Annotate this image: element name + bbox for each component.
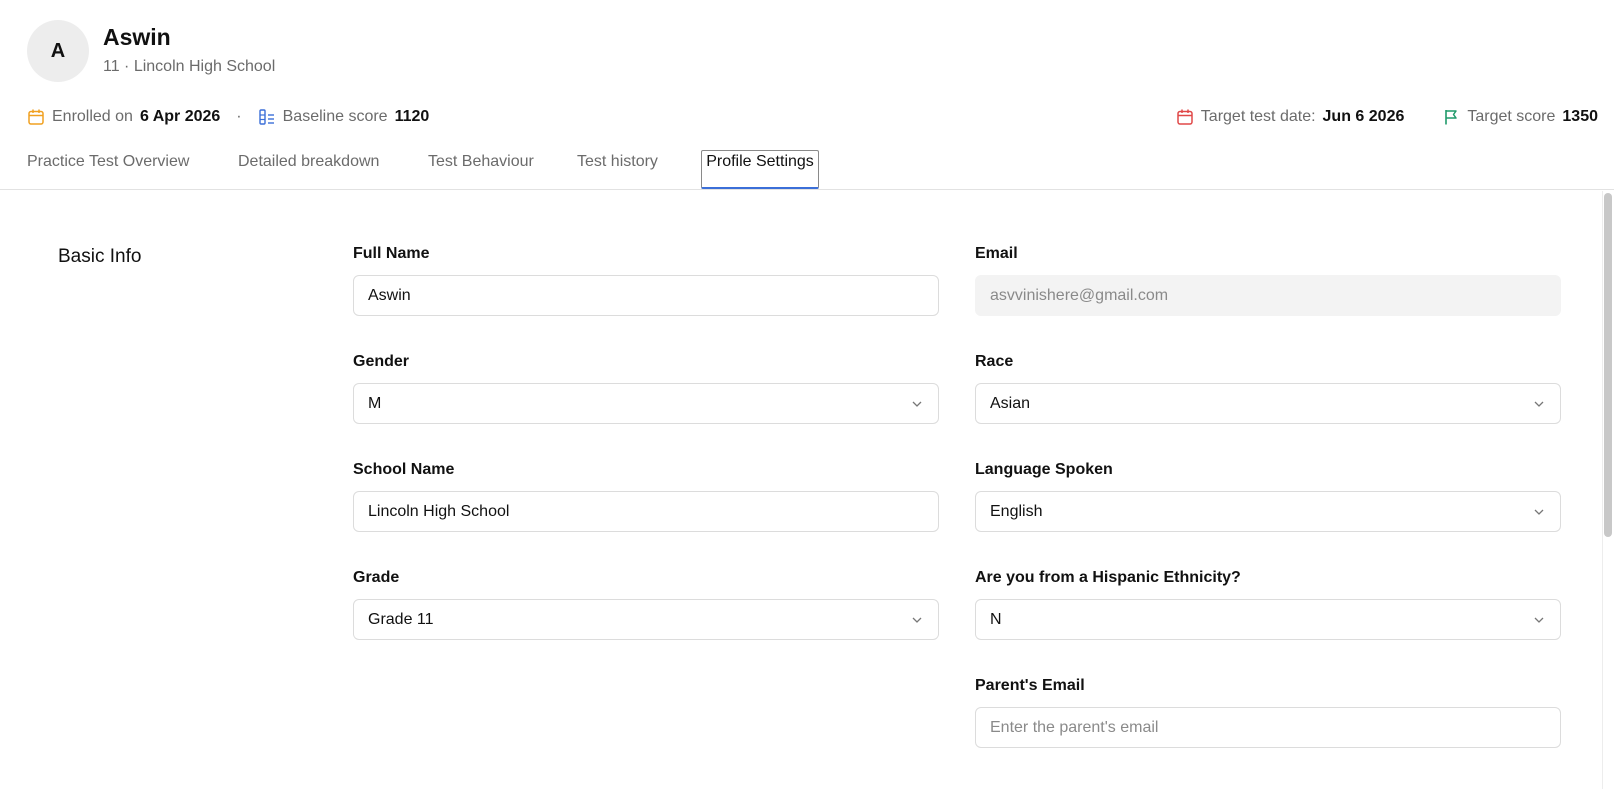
baseline-value: 1120 xyxy=(394,108,430,125)
meta-separator: · xyxy=(236,108,242,125)
race-label: Race xyxy=(975,353,1014,370)
baseline-label: Baseline score xyxy=(282,108,388,125)
tab-test-history[interactable]: Test history xyxy=(577,150,658,188)
school-name-input[interactable] xyxy=(353,491,939,532)
hispanic-value: N xyxy=(990,610,1002,628)
meta-left: Enrolled on 6 Apr 2026 · Baseline score … xyxy=(27,104,429,130)
bar-chart-icon xyxy=(258,108,276,126)
race-value: Asian xyxy=(990,394,1031,412)
email-label: Email xyxy=(975,245,1018,262)
target-score-value: 1350 xyxy=(1562,108,1598,125)
full-name-input[interactable] xyxy=(353,275,939,316)
hispanic-select[interactable]: N xyxy=(975,599,1561,640)
scrollbar-thumb[interactable] xyxy=(1604,193,1612,537)
grade-select[interactable]: Grade 11 xyxy=(353,599,939,640)
enrolled-value: 6 Apr 2026 xyxy=(139,108,221,125)
profile-page: A Aswin 11 · Lincoln High School Enrolle… xyxy=(0,0,1614,789)
calendar-icon xyxy=(27,108,45,126)
language-value: English xyxy=(990,502,1043,520)
parent-email-input[interactable] xyxy=(975,707,1561,748)
school-name-label: School Name xyxy=(353,461,455,478)
email-field: asvvinishere@gmail.com xyxy=(975,275,1561,316)
hispanic-label: Are you from a Hispanic Ethnicity? xyxy=(975,569,1241,586)
chevron-down-icon xyxy=(910,613,924,627)
calendar-icon xyxy=(1176,108,1194,126)
enrolled-info: Enrolled on 6 Apr 2026 xyxy=(27,108,220,126)
gender-label: Gender xyxy=(353,353,410,370)
chevron-down-icon xyxy=(1532,505,1546,519)
language-label: Language Spoken xyxy=(975,461,1113,478)
language-select[interactable]: English xyxy=(975,491,1561,532)
full-name-label: Full Name xyxy=(353,245,430,262)
target-date-label: Target test date: xyxy=(1200,108,1316,125)
chevron-down-icon xyxy=(910,397,924,411)
baseline-info: Baseline score 1120 xyxy=(258,108,430,126)
tab-profile-settings[interactable]: Profile Settings xyxy=(701,150,819,189)
tab-bar: Practice Test Overview Detailed breakdow… xyxy=(0,150,1614,190)
grade-value: Grade 11 xyxy=(368,610,434,628)
avatar: A xyxy=(27,20,89,82)
race-select[interactable]: Asian xyxy=(975,383,1561,424)
tab-detailed-breakdown[interactable]: Detailed breakdown xyxy=(238,150,379,188)
meta-right: Target test date: Jun 6 2026 Target scor… xyxy=(1176,104,1598,130)
tab-test-behaviour[interactable]: Test Behaviour xyxy=(428,150,534,188)
chevron-down-icon xyxy=(1532,613,1546,627)
target-score-info: Target score 1350 xyxy=(1442,108,1598,126)
enrolled-label: Enrolled on xyxy=(52,108,133,125)
target-date-info: Target test date: Jun 6 2026 xyxy=(1176,108,1405,126)
tab-practice-test-overview[interactable]: Practice Test Overview xyxy=(27,150,189,188)
student-name: Aswin xyxy=(103,24,171,50)
student-subtitle: 11 · Lincoln High School xyxy=(103,58,276,75)
target-score-label: Target score xyxy=(1467,108,1556,125)
parent-email-label: Parent's Email xyxy=(975,677,1085,694)
grade-label: Grade xyxy=(353,569,400,586)
section-title-basic-info: Basic Info xyxy=(58,246,142,267)
target-date-value: Jun 6 2026 xyxy=(1322,108,1405,125)
gender-select[interactable]: M xyxy=(353,383,939,424)
chevron-down-icon xyxy=(1532,397,1546,411)
email-value: asvvinishere@gmail.com xyxy=(990,286,1169,304)
flag-icon xyxy=(1442,108,1460,126)
gender-value: M xyxy=(368,394,382,412)
